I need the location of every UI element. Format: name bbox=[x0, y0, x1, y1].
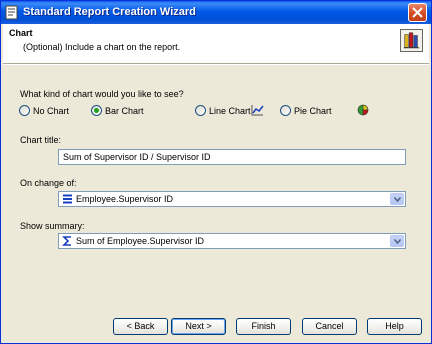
page-subtitle: (Optional) Include a chart on the report… bbox=[23, 42, 181, 52]
pie-chart-icon bbox=[357, 104, 369, 116]
radio-no-chart[interactable]: No Chart bbox=[19, 104, 69, 117]
show-summary-label: Show summary: bbox=[20, 221, 85, 231]
wizard-window: Standard Report Creation Wizard Chart (O… bbox=[0, 0, 432, 344]
page-title: Chart bbox=[9, 28, 33, 38]
help-button[interactable]: Help bbox=[367, 318, 422, 335]
chart-kind-question: What kind of chart would you like to see… bbox=[20, 89, 184, 99]
radio-bar-chart[interactable]: Bar Chart bbox=[91, 104, 144, 117]
show-summary-value: Sum of Employee.Supervisor ID bbox=[76, 236, 205, 246]
line-chart-icon bbox=[251, 105, 264, 116]
back-button[interactable]: < Back bbox=[113, 318, 168, 335]
window-title: Standard Report Creation Wizard bbox=[23, 6, 196, 18]
on-change-dropdown-button[interactable] bbox=[390, 193, 404, 205]
group-field-icon bbox=[63, 194, 72, 204]
wizard-header: Chart (Optional) Include a chart on the … bbox=[3, 24, 429, 63]
chart-books-icon bbox=[400, 29, 423, 52]
radio-pie-chart-circle[interactable] bbox=[280, 105, 291, 116]
on-change-label: On change of: bbox=[20, 178, 77, 188]
on-change-value: Employee.Supervisor ID bbox=[76, 194, 174, 204]
close-icon bbox=[412, 7, 423, 18]
chevron-down-icon bbox=[394, 239, 401, 244]
chevron-down-icon bbox=[394, 197, 401, 202]
cancel-button[interactable]: Cancel bbox=[302, 318, 357, 335]
radio-line-chart[interactable]: Line Chart bbox=[195, 104, 251, 117]
radio-no-chart-label: No Chart bbox=[33, 105, 70, 116]
show-summary-dropdown-button[interactable] bbox=[390, 235, 404, 247]
close-button[interactable] bbox=[408, 3, 427, 22]
radio-line-chart-label: Line Chart bbox=[209, 105, 251, 116]
next-button[interactable]: Next > bbox=[171, 318, 226, 335]
sigma-icon bbox=[62, 236, 71, 246]
radio-pie-chart-label: Pie Chart bbox=[294, 105, 332, 116]
show-summary-select[interactable]: Sum of Employee.Supervisor ID bbox=[58, 233, 406, 249]
radio-bar-chart-label: Bar Chart bbox=[105, 105, 144, 116]
radio-line-chart-circle[interactable] bbox=[195, 105, 206, 116]
finish-button[interactable]: Finish bbox=[236, 318, 291, 335]
report-icon bbox=[5, 5, 18, 20]
radio-no-chart-circle[interactable] bbox=[19, 105, 30, 116]
on-change-select[interactable]: Employee.Supervisor ID bbox=[58, 191, 406, 207]
title-bar[interactable]: Standard Report Creation Wizard bbox=[1, 1, 431, 24]
chart-title-input[interactable] bbox=[58, 149, 406, 165]
radio-pie-chart[interactable]: Pie Chart bbox=[280, 104, 332, 117]
header-divider bbox=[3, 63, 429, 65]
radio-bar-chart-circle[interactable] bbox=[91, 105, 102, 116]
chart-title-label: Chart title: bbox=[20, 135, 62, 145]
